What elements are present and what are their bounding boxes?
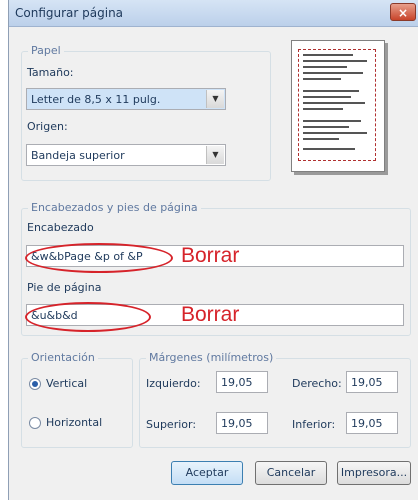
page-setup-dialog: Configurar página × Papel Tamaño: Letter…: [8, 0, 418, 500]
orientation-horizontal-label[interactable]: Horizontal: [46, 416, 102, 429]
title-bar: Configurar página ×: [9, 0, 418, 27]
preview-text-line: [303, 102, 365, 104]
margin-left-value: 19,05: [221, 376, 253, 389]
preview-text-line: [303, 126, 349, 128]
cancel-button[interactable]: Cancelar: [255, 461, 327, 485]
header-label: Encabezado: [27, 221, 94, 234]
close-icon: ×: [397, 6, 409, 20]
margins-legend: Márgenes (milímetros): [146, 351, 277, 364]
orientation-legend: Orientación: [28, 351, 98, 364]
paper-size-value: Letter de 8,5 x 11 pulg.: [31, 93, 161, 106]
margin-right-value: 19,05: [351, 376, 383, 389]
margin-bottom-value: 19,05: [351, 417, 383, 430]
preview-text-line: [303, 54, 353, 56]
preview-text-line: [303, 72, 363, 74]
window-title: Configurar página: [15, 6, 124, 20]
orientation-vertical-label[interactable]: Vertical: [46, 377, 87, 390]
footer-label: Pie de página: [27, 281, 102, 294]
margin-bottom-input[interactable]: 19,05: [346, 412, 398, 434]
close-button[interactable]: ×: [390, 3, 416, 21]
preview-margin-area: [298, 49, 376, 161]
page-preview: [291, 40, 385, 172]
preview-text-line: [303, 78, 341, 80]
footer-delete-annotation: Borrar: [181, 303, 240, 326]
orientation-group: Orientación Vertical Horizontal: [21, 351, 133, 448]
margin-left-label: Izquierdo:: [146, 377, 201, 390]
paper-source-select[interactable]: Bandeja superior ▼: [26, 144, 226, 166]
paper-size-label: Tamaño:: [27, 66, 74, 79]
preview-text-line: [303, 138, 339, 140]
preview-text-line: [303, 90, 359, 92]
chevron-down-icon[interactable]: ▼: [206, 90, 224, 108]
paper-size-select[interactable]: Letter de 8,5 x 11 pulg. ▼: [26, 88, 226, 110]
preview-text-line: [303, 66, 347, 68]
preview-text-line: [303, 132, 367, 134]
margin-top-label: Superior:: [146, 418, 197, 431]
paper-source-value: Bandeja superior: [31, 149, 125, 162]
header-delete-annotation: Borrar: [181, 244, 240, 267]
chevron-down-icon[interactable]: ▼: [206, 146, 224, 164]
printer-button[interactable]: Impresora...: [337, 461, 411, 485]
preview-text-line: [303, 96, 351, 98]
paper-group: Papel Tamaño: Letter de 8,5 x 11 pulg. ▼…: [21, 44, 271, 181]
margin-top-input[interactable]: 19,05: [216, 412, 268, 434]
paper-source-label: Origen:: [27, 120, 68, 133]
margin-top-value: 19,05: [221, 417, 253, 430]
margin-right-label: Derecho:: [292, 377, 342, 390]
footer-annotation-oval: [25, 302, 151, 332]
ok-button[interactable]: Aceptar: [171, 461, 243, 485]
preview-text-line: [303, 108, 343, 110]
header-annotation-oval: [25, 243, 173, 273]
preview-text-line: [303, 120, 361, 122]
orientation-vertical-radio[interactable]: [29, 378, 41, 390]
headers-footers-legend: Encabezados y pies de página: [28, 201, 201, 214]
margin-bottom-label: Inferior:: [292, 418, 336, 431]
orientation-horizontal-radio[interactable]: [29, 417, 41, 429]
margins-group: Márgenes (milímetros) Izquierdo: 19,05 D…: [139, 351, 411, 448]
margin-left-input[interactable]: 19,05: [216, 371, 268, 393]
margin-right-input[interactable]: 19,05: [346, 371, 398, 393]
preview-text-line: [303, 60, 367, 62]
paper-legend: Papel: [28, 44, 64, 57]
preview-text-line: [303, 148, 355, 150]
